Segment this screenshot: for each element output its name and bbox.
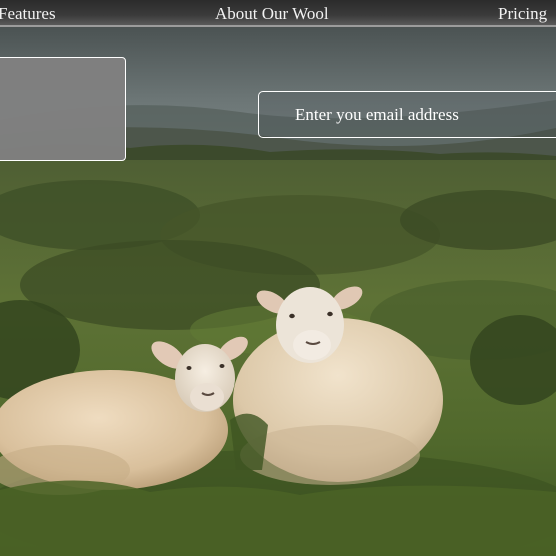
nav-link-pricing[interactable]: Pricing	[498, 4, 547, 24]
email-input[interactable]	[258, 91, 556, 138]
nav-link-about-our-wool[interactable]: About Our Wool	[215, 4, 329, 24]
top-navigation-bar: Features About Our Wool Pricing	[0, 0, 556, 27]
landing-page: Features About Our Wool Pricing	[0, 0, 556, 556]
nav-link-features[interactable]: Features	[0, 4, 56, 24]
image-placeholder-box	[0, 57, 126, 161]
